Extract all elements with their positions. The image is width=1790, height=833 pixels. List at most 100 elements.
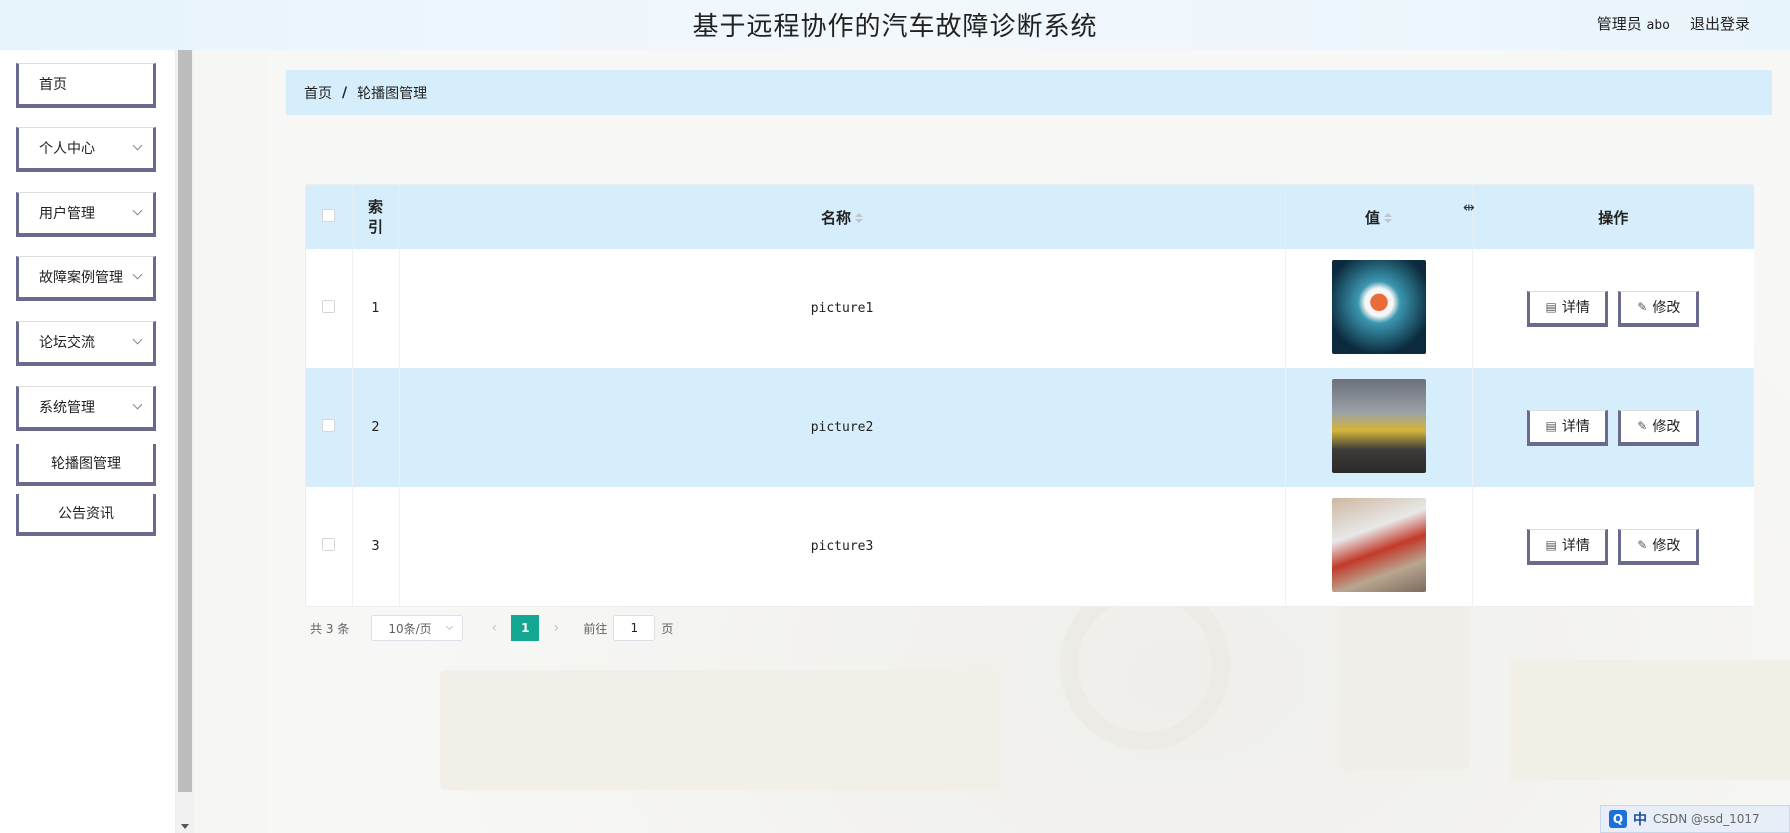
carousel-image[interactable] <box>1331 497 1426 592</box>
sidebar: 首页 个人中心 用户管理 故障案例管理 论坛交流 系统管理 轮播图管理 公告资讯 <box>0 50 176 833</box>
select-all-checkbox[interactable] <box>322 209 336 222</box>
goto-page: 前往 1 页 <box>583 615 673 641</box>
sidebar-item-personal-center[interactable]: 个人中心 <box>16 127 156 172</box>
input-method-tray: Q 中 CSDN @ssd_1017 <box>1600 805 1790 833</box>
logout-link[interactable]: 退出登录 <box>1690 13 1750 34</box>
table-row: 2 picture2 ▤ 详情 ✎ 修改 <box>306 368 1754 487</box>
user-role: 管理员 <box>1596 15 1642 33</box>
chevron-down-icon <box>132 399 143 410</box>
total-count: 3 <box>325 621 334 636</box>
user-name: abo <box>1646 18 1670 33</box>
edit-button-label: 修改 <box>1652 300 1681 316</box>
background-decoration <box>440 670 1000 790</box>
row-value <box>1285 487 1473 606</box>
row-actions: ▤ 详情 ✎ 修改 <box>1472 368 1754 487</box>
detail-button-label: 详情 <box>1561 538 1590 554</box>
row-value <box>1285 368 1473 487</box>
page-size-value: 10条/页 <box>388 621 432 636</box>
sogou-icon[interactable]: Q <box>1609 810 1627 828</box>
row-select-cell <box>306 368 353 487</box>
row-checkbox[interactable] <box>322 419 336 432</box>
row-actions: ▤ 详情 ✎ 修改 <box>1472 487 1754 606</box>
row-value <box>1285 249 1473 368</box>
column-header-index-label: 索引 <box>367 198 383 236</box>
column-resize-cursor-icon: ⇹ <box>1463 200 1475 216</box>
chevron-down-icon <box>132 205 143 216</box>
column-header-index: 索引 <box>352 185 400 249</box>
detail-button-label: 详情 <box>1561 419 1590 435</box>
scroll-down-arrow-icon[interactable] <box>181 824 189 829</box>
document-icon: ▤ <box>1545 300 1557 314</box>
scrollbar-thumb[interactable] <box>178 50 192 792</box>
page-number-current[interactable]: 1 <box>511 615 540 641</box>
row-name: picture3 <box>399 487 1286 606</box>
current-user: 管理员 abo <box>1597 13 1670 34</box>
sidebar-item-fault-cases[interactable]: 故障案例管理 <box>16 256 156 301</box>
goto-suffix: 页 <box>661 621 674 636</box>
edit-icon: ✎ <box>1637 538 1648 552</box>
goto-label: 前往 <box>583 621 608 636</box>
top-header: 基于远程协作的汽车故障诊断系统 管理员 abo 退出登录 <box>0 0 1790 50</box>
row-checkbox[interactable] <box>322 300 336 313</box>
table-header-row: 索引 名称 值 操作 <box>306 185 1754 249</box>
detail-button[interactable]: ▤ 详情 <box>1527 528 1609 565</box>
prev-page-icon[interactable]: ‹ <box>481 620 507 636</box>
column-header-name[interactable]: 名称 <box>399 185 1286 249</box>
total-prefix: 共 <box>310 621 323 636</box>
watermark-text: CSDN @ssd_1017 <box>1653 812 1760 826</box>
sort-icon[interactable] <box>1384 213 1392 223</box>
background-decoration <box>1510 660 1790 780</box>
page-size-select[interactable]: 10条/页 <box>371 615 464 641</box>
edit-button[interactable]: ✎ 修改 <box>1618 409 1700 446</box>
table-row: 1 picture1 ▤ 详情 ✎ 修改 <box>306 249 1754 368</box>
page-title: 基于远程协作的汽车故障诊断系统 <box>692 12 1098 42</box>
sidebar-item-label: 论坛交流 <box>39 335 95 351</box>
breadcrumb-current: 轮播图管理 <box>357 85 428 102</box>
edit-button[interactable]: ✎ 修改 <box>1618 528 1700 565</box>
column-header-value-label: 值 <box>1364 208 1380 227</box>
row-name: picture1 <box>399 249 1286 368</box>
sidebar-item-label: 系统管理 <box>39 400 95 416</box>
sidebar-item-label: 故障案例管理 <box>39 270 123 286</box>
table-row: 3 picture3 ▤ 详情 ✎ 修改 <box>306 487 1754 606</box>
chevron-down-icon <box>446 622 454 631</box>
sidebar-subitem-carousel[interactable]: 轮播图管理 <box>16 444 156 486</box>
sidebar-scrollbar[interactable] <box>176 50 194 833</box>
edit-button[interactable]: ✎ 修改 <box>1618 290 1700 327</box>
sidebar-subitem-label: 公告资讯 <box>58 506 114 522</box>
edit-button-label: 修改 <box>1652 419 1681 435</box>
background-decoration <box>1340 600 1470 770</box>
goto-page-input[interactable]: 1 <box>613 615 656 641</box>
breadcrumb-separator: / <box>342 84 348 101</box>
column-header-name-label: 名称 <box>820 208 851 227</box>
sidebar-item-home[interactable]: 首页 <box>16 63 156 108</box>
carousel-image[interactable] <box>1331 378 1426 473</box>
sidebar-item-label: 首页 <box>39 77 67 93</box>
sidebar-item-system-management[interactable]: 系统管理 <box>16 386 156 431</box>
next-page-icon[interactable]: › <box>543 620 569 636</box>
breadcrumb-home[interactable]: 首页 <box>304 83 332 103</box>
column-header-value[interactable]: 值 <box>1285 185 1473 249</box>
edit-button-label: 修改 <box>1652 538 1681 554</box>
total-suffix: 条 <box>337 621 350 636</box>
row-select-cell <box>306 249 353 368</box>
edit-icon: ✎ <box>1637 419 1648 433</box>
sidebar-item-user-management[interactable]: 用户管理 <box>16 192 156 237</box>
sidebar-subitem-announcements[interactable]: 公告资讯 <box>16 494 156 536</box>
column-header-actions-label: 操作 <box>1598 208 1629 227</box>
detail-button[interactable]: ▤ 详情 <box>1527 409 1609 446</box>
sidebar-item-forum[interactable]: 论坛交流 <box>16 321 156 366</box>
carousel-image[interactable] <box>1331 259 1426 354</box>
detail-button-label: 详情 <box>1561 300 1590 316</box>
select-all-cell <box>306 185 353 249</box>
detail-button[interactable]: ▤ 详情 <box>1527 290 1609 327</box>
row-index: 3 <box>352 487 400 606</box>
pagination-total: 共 3 条 <box>310 620 349 637</box>
row-name: picture2 <box>399 368 1286 487</box>
row-select-cell <box>306 487 353 606</box>
sort-icon[interactable] <box>855 213 863 223</box>
input-mode-indicator[interactable]: 中 <box>1633 809 1647 829</box>
row-checkbox[interactable] <box>322 538 336 551</box>
pagination: 共 3 条 10条/页 ‹ 1 › 前往 1 页 <box>310 615 673 641</box>
sidebar-subitem-label: 轮播图管理 <box>51 456 121 472</box>
